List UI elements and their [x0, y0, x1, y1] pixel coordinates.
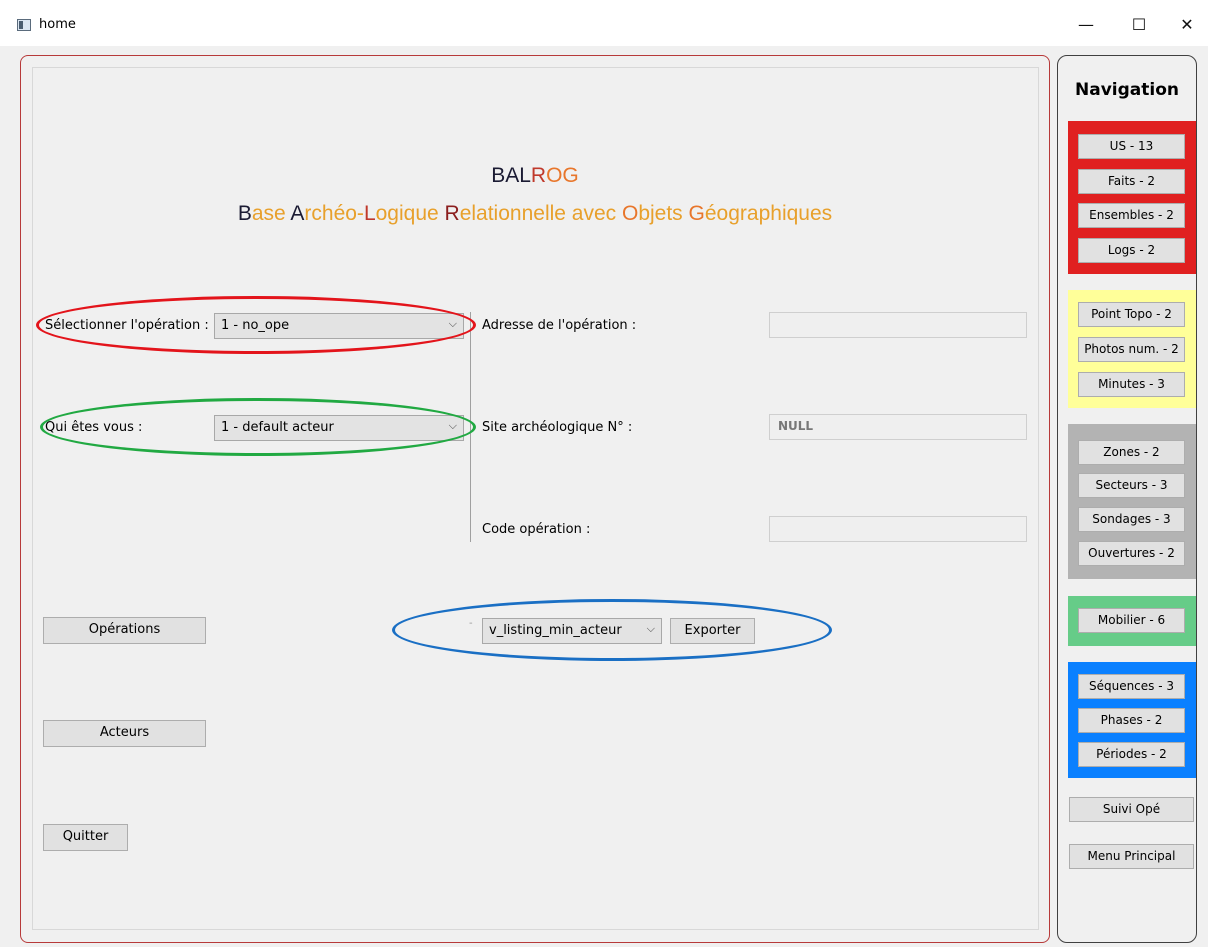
nav-sequences-button[interactable]: Séquences - 3: [1078, 674, 1185, 699]
nav-faits-button[interactable]: Faits - 2: [1078, 169, 1185, 194]
title-segment: elationnelle avec: [459, 202, 622, 225]
operation-select-label: Sélectionner l'opération :: [45, 318, 209, 333]
chevron-down-icon: ⌵: [646, 622, 655, 635]
navigation-title: Navigation: [1075, 80, 1179, 100]
inner-panel: [32, 67, 1039, 930]
nav-sondages-button[interactable]: Sondages - 3: [1078, 507, 1185, 532]
address-label: Adresse de l'opération :: [482, 318, 637, 333]
title-segment: éographiques: [704, 202, 833, 225]
actor-select[interactable]: 1 - default acteur ⌵: [214, 415, 464, 441]
title-segment: rchéo-: [304, 202, 364, 225]
operation-code-label: Code opération :: [482, 522, 591, 537]
window-title: home: [39, 17, 76, 32]
title-segment: ogique: [375, 202, 445, 225]
app-long-title: Base Archéo-Logique Relationnelle avec O…: [0, 202, 1070, 226]
nav-logs-button[interactable]: Logs - 2: [1078, 238, 1185, 263]
title-segment: B: [237, 202, 252, 225]
actor-select-value: 1 - default acteur: [221, 420, 334, 435]
chevron-down-icon: ⌵: [448, 317, 457, 330]
export-view-value: v_listing_min_acteur: [489, 623, 622, 638]
export-button[interactable]: Exporter: [670, 618, 755, 644]
nav-ensembles-button[interactable]: Ensembles - 2: [1078, 203, 1185, 228]
title-segment: R: [530, 164, 547, 187]
nav-secteurs-button[interactable]: Secteurs - 3: [1078, 473, 1185, 498]
operations-button[interactable]: Opérations: [43, 617, 206, 644]
close-icon[interactable]: ✕: [1164, 10, 1208, 40]
nav-photos-button[interactable]: Photos num. - 2: [1078, 337, 1185, 362]
title-segment: BAL: [491, 164, 531, 187]
nav-minutes-button[interactable]: Minutes - 3: [1078, 372, 1185, 397]
title-segment: R: [444, 202, 460, 225]
nav-phases-button[interactable]: Phases - 2: [1078, 708, 1185, 733]
maximize-icon[interactable]: ☐: [1116, 10, 1162, 40]
site-number-label: Site archéologique N° :: [482, 420, 633, 435]
title-segment: bjets: [638, 202, 689, 225]
address-field[interactable]: [769, 312, 1027, 338]
chevron-down-icon: ⌵: [448, 419, 457, 432]
title-bar: home — ☐ ✕: [0, 0, 1208, 46]
nav-suivi-ope-button[interactable]: Suivi Opé: [1069, 797, 1194, 822]
nav-point-topo-button[interactable]: Point Topo - 2: [1078, 302, 1185, 327]
vertical-divider: [470, 312, 471, 542]
site-number-field[interactable]: NULL: [769, 414, 1027, 440]
nav-mobilier-button[interactable]: Mobilier - 6: [1078, 608, 1185, 633]
operation-select[interactable]: 1 - no_ope ⌵: [214, 313, 464, 339]
title-segment: L: [363, 202, 376, 225]
operation-code-field[interactable]: [769, 516, 1027, 542]
quit-button[interactable]: Quitter: [43, 824, 128, 851]
title-segment: G: [688, 202, 705, 225]
export-view-select[interactable]: v_listing_min_acteur ⌵: [482, 618, 662, 644]
actor-select-label: Qui êtes vous :: [45, 420, 143, 435]
title-segment: A: [290, 202, 305, 225]
export-dash: -: [469, 618, 473, 629]
title-segment: O: [621, 202, 639, 225]
nav-zones-button[interactable]: Zones - 2: [1078, 440, 1185, 465]
app-window-icon: [17, 19, 31, 31]
app-short-title: BALROG: [0, 164, 1070, 188]
nav-main-menu-button[interactable]: Menu Principal: [1069, 844, 1194, 869]
title-segment: OG: [546, 164, 579, 187]
nav-ouvertures-button[interactable]: Ouvertures - 2: [1078, 541, 1185, 566]
operation-select-value: 1 - no_ope: [221, 318, 290, 333]
minimize-icon[interactable]: —: [1063, 10, 1109, 40]
nav-periodes-button[interactable]: Périodes - 2: [1078, 742, 1185, 767]
actors-button[interactable]: Acteurs: [43, 720, 206, 747]
title-segment: ase: [251, 202, 291, 225]
nav-us-button[interactable]: US - 13: [1078, 134, 1185, 159]
